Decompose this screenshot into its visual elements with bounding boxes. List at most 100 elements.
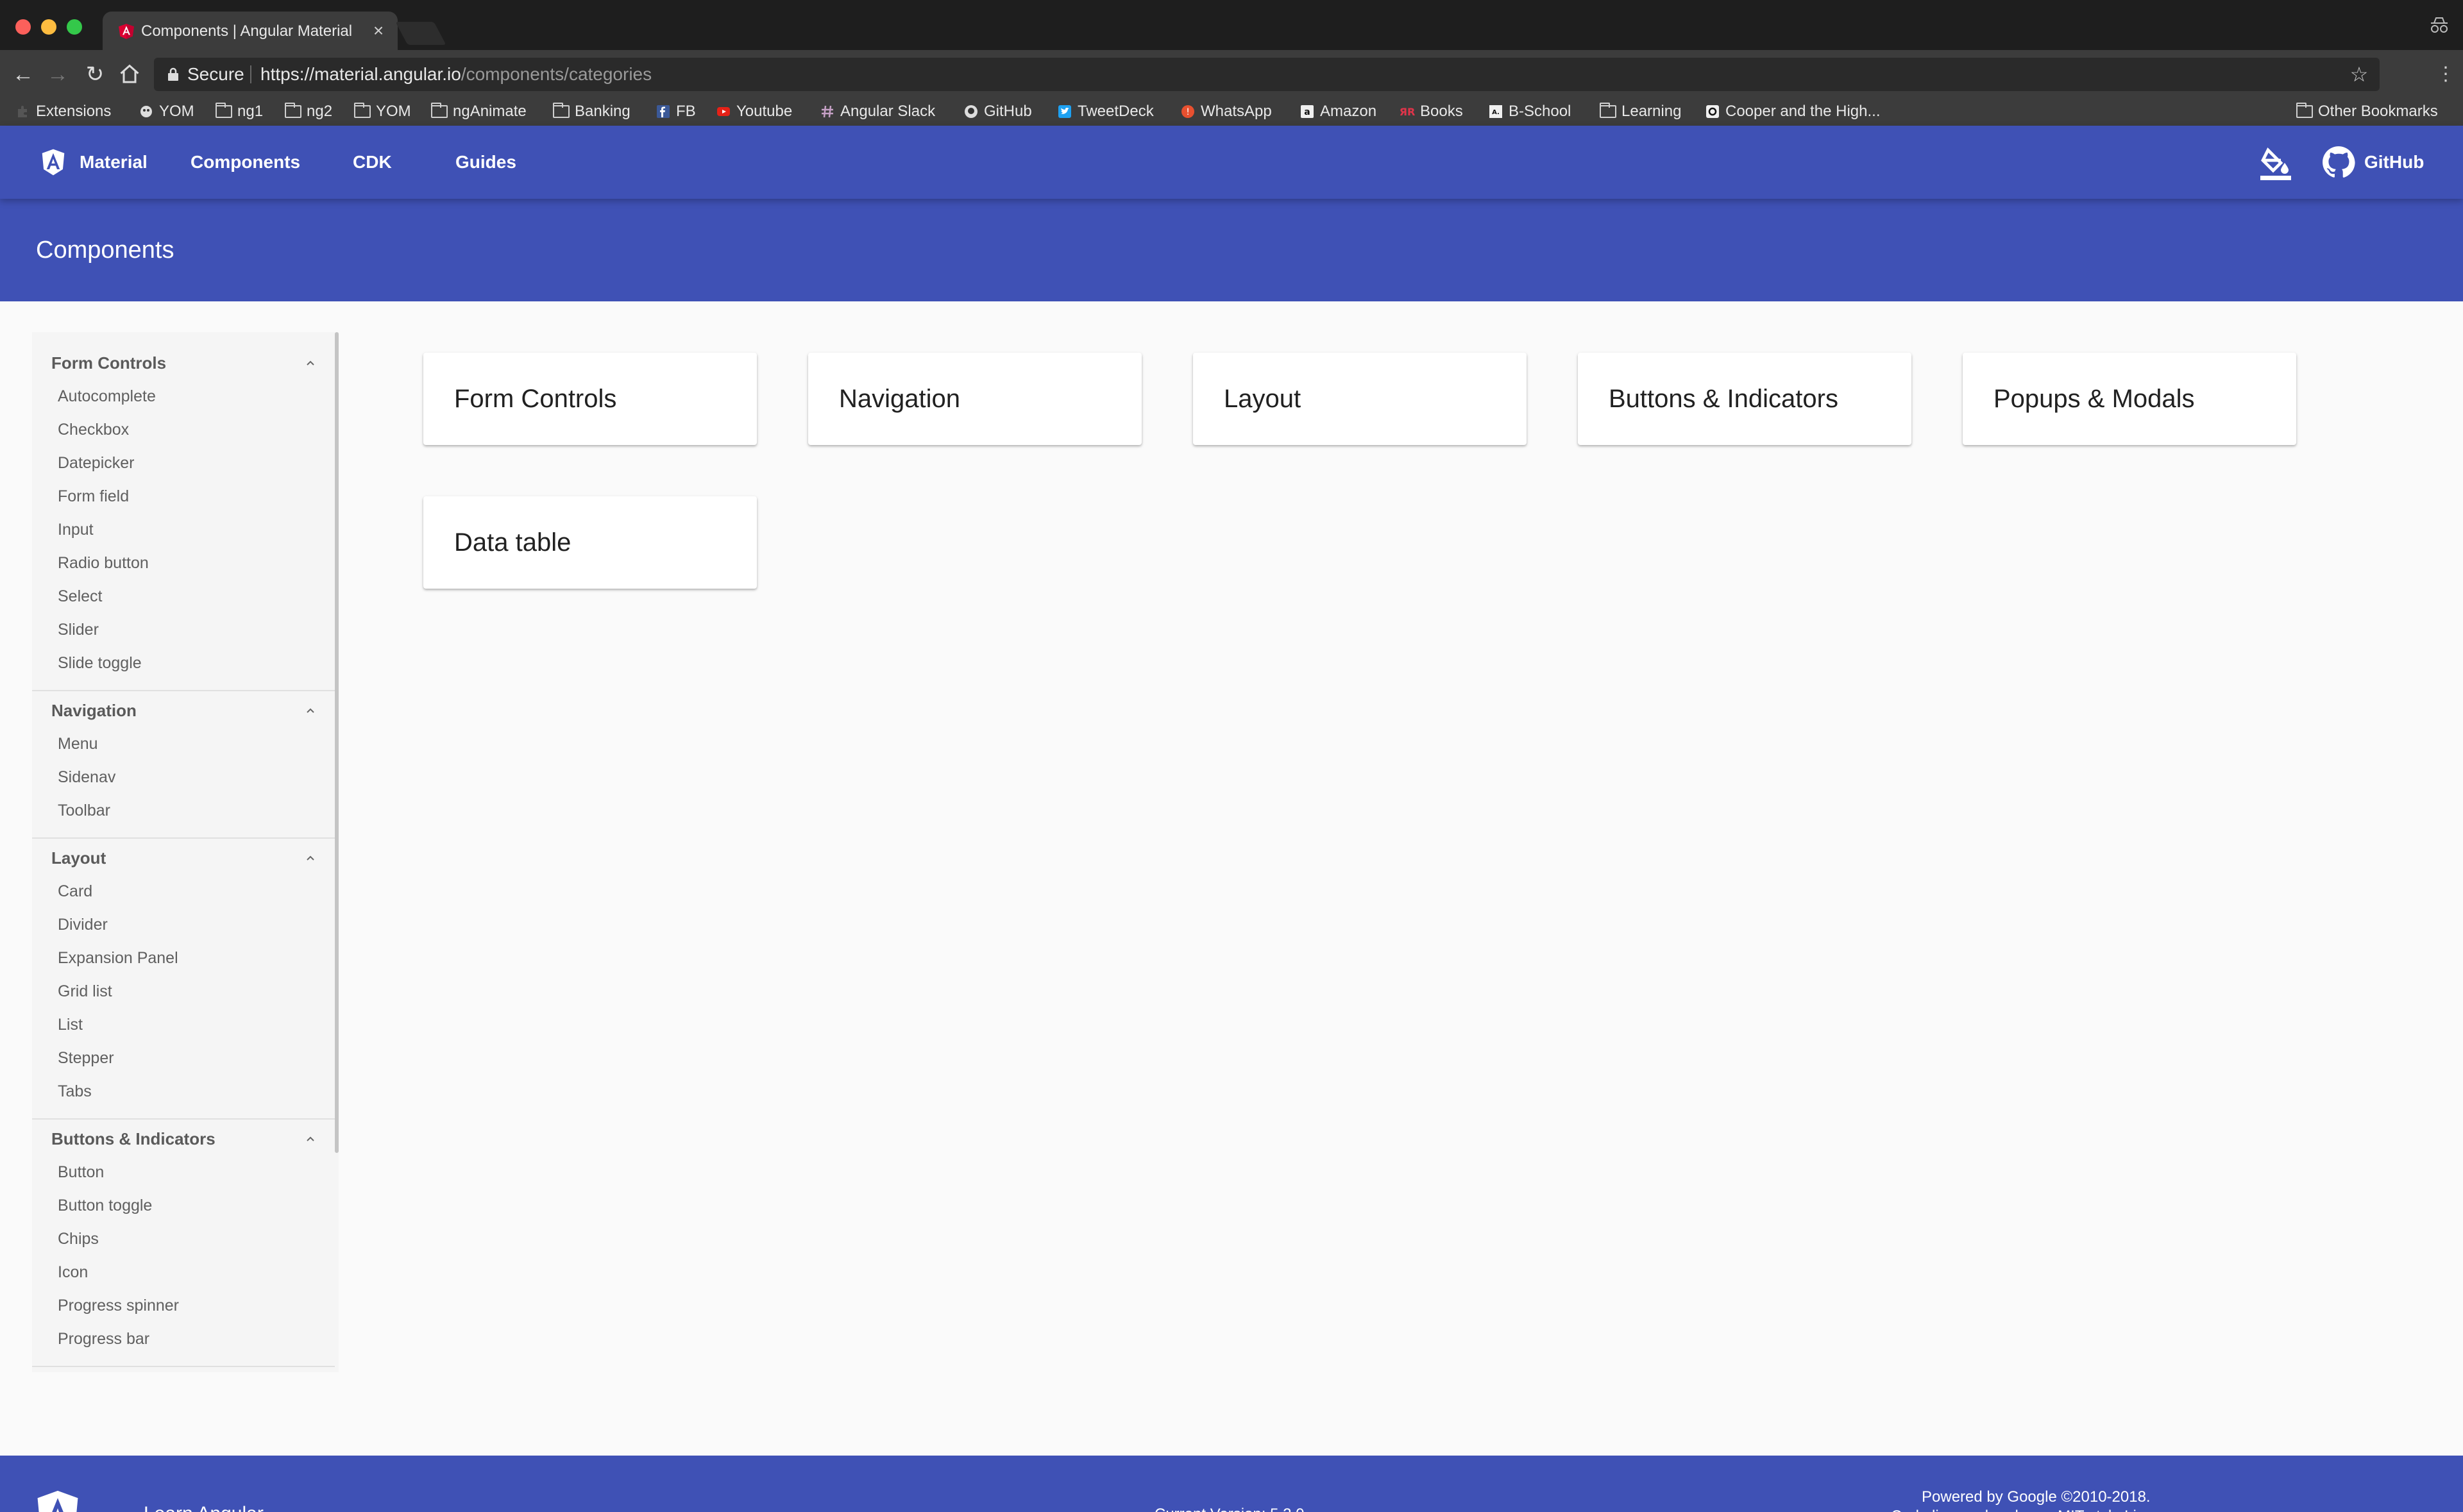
bookmark-label: Extensions — [36, 103, 112, 120]
category-card-title: Layout — [1224, 385, 1301, 413]
bookmark-item[interactable]: Angular Slack — [820, 100, 935, 123]
extensions-icon — [18, 106, 27, 117]
sidenav-divider — [32, 690, 335, 691]
reload-icon[interactable]: ↻ — [82, 62, 108, 87]
nav-guides[interactable]: Guides — [455, 144, 516, 181]
theme-picker-icon[interactable] — [2258, 145, 2294, 181]
material-home-link[interactable]: Material — [41, 144, 148, 181]
sidenav-section-header[interactable]: Form Controls — [32, 345, 335, 380]
category-card[interactable]: Popups & Modals — [1963, 353, 2296, 445]
close-window-button[interactable] — [15, 19, 31, 35]
bookmark-item[interactable]: A. B-School — [1488, 100, 1571, 123]
home-icon[interactable] — [118, 63, 141, 86]
nav-cdk[interactable]: CDK — [353, 144, 392, 181]
sidenav-item[interactable]: Stepper — [32, 1041, 335, 1075]
category-card[interactable]: Layout — [1193, 353, 1527, 445]
tab-close-icon[interactable]: × — [368, 21, 389, 41]
sidenav-section-header[interactable]: Navigation — [32, 693, 335, 727]
bookmark-label: ngAnimate — [453, 103, 527, 120]
sidenav-item[interactable]: Progress spinner — [32, 1289, 335, 1322]
nav-components[interactable]: Components — [190, 144, 300, 181]
sidenav-item[interactable]: Slider — [32, 613, 335, 646]
svg-text:!: ! — [1186, 107, 1190, 117]
bookmark-item[interactable]: ng2 — [285, 100, 332, 123]
folder-icon — [285, 103, 301, 118]
sidenav-item[interactable]: Divider — [32, 908, 335, 941]
bookmark-item[interactable]: Banking — [553, 100, 631, 123]
sidenav-section-header[interactable]: Buttons & Indicators — [32, 1121, 335, 1155]
bookmark-label: Amazon — [1320, 103, 1377, 120]
app-footer: Learn Angular Current Version: 5.2.0 Pow… — [0, 1456, 2463, 1512]
bookmark-item[interactable]: ng1 — [216, 100, 263, 123]
bookmark-item[interactable]: a Amazon — [1299, 100, 1376, 123]
forward-arrow-icon[interactable]: → — [45, 62, 71, 87]
sidenav-item[interactable]: Button — [32, 1155, 335, 1189]
sidenav-item[interactable]: Toolbar — [32, 794, 335, 827]
sidenav-item[interactable]: Checkbox — [32, 413, 335, 446]
sidenav-item[interactable]: Expansion Panel — [32, 941, 335, 975]
bookmark-item[interactable]: ngAnimate — [431, 100, 527, 123]
browser-menu-icon[interactable]: ⋮ — [2436, 62, 2455, 87]
bookmark-label: Banking — [575, 103, 631, 120]
bookmark-star-icon[interactable]: ☆ — [2348, 63, 2371, 86]
youtube-icon — [717, 107, 730, 116]
github-link[interactable]: GitHub — [2322, 144, 2424, 181]
sidenav-scrollbar[interactable] — [335, 332, 339, 1153]
minimize-window-button[interactable] — [41, 19, 56, 35]
sidenav-section-header[interactable]: Layout — [32, 840, 335, 875]
bookmark-item[interactable]: ЯR Books — [1400, 100, 1463, 123]
other-bookmarks[interactable]: Other Bookmarks — [2296, 100, 2438, 123]
bookmark-item[interactable]: TweetDeck — [1057, 100, 1154, 123]
sidenav-item[interactable]: Card — [32, 875, 335, 908]
back-arrow-icon[interactable]: ← — [10, 62, 36, 87]
learn-angular-link[interactable]: Learn Angular — [144, 1503, 264, 1512]
url-separator — [250, 65, 251, 83]
category-card[interactable]: Buttons & Indicators — [1578, 353, 1911, 445]
sidenav-item[interactable]: Grid list — [32, 975, 335, 1008]
category-card[interactable]: Data table — [423, 496, 757, 589]
address-bar[interactable]: Secure https://material.angular.io/compo… — [154, 58, 2380, 91]
sidenav-item[interactable]: Sidenav — [32, 760, 335, 794]
bookmark-item[interactable]: GitHub — [963, 100, 1032, 123]
tab-title: Components | Angular Material — [141, 22, 353, 40]
page-title: Components — [36, 237, 174, 264]
bookmark-item[interactable]: Extensions — [15, 100, 111, 123]
sidenav-item[interactable]: Progress bar — [32, 1322, 335, 1356]
bookmark-item[interactable]: YOM — [354, 100, 411, 123]
bookmark-item[interactable]: YOM — [139, 100, 194, 123]
bookmark-item[interactable]: ! WhatsApp — [1180, 100, 1272, 123]
category-card[interactable]: Form Controls — [423, 353, 757, 445]
maximize-window-button[interactable] — [67, 19, 82, 35]
sidenav-item[interactable]: Slide toggle — [32, 646, 335, 680]
bookmark-item[interactable]: FB — [656, 100, 696, 123]
bookmark-item[interactable]: Learning — [1600, 100, 1681, 123]
sidenav-item[interactable]: Radio button — [32, 546, 335, 580]
sidenav-item[interactable]: Datepicker — [32, 446, 335, 480]
sidenav-item[interactable]: Autocomplete — [32, 380, 335, 413]
chevron-up-icon — [307, 1136, 314, 1141]
sidenav-item[interactable]: Select — [32, 580, 335, 613]
sidenav-item[interactable]: Input — [32, 513, 335, 546]
category-card-title: Buttons & Indicators — [1609, 385, 1838, 413]
bookmark-label: YOM — [376, 103, 411, 120]
sidenav-item[interactable]: Chips — [32, 1222, 335, 1256]
url-host: https://material.angular.io — [260, 64, 461, 84]
browser-tab-active[interactable]: Components | Angular Material × — [103, 12, 398, 50]
category-card[interactable]: Navigation — [808, 353, 1142, 445]
sidenav-item[interactable]: Icon — [32, 1256, 335, 1289]
bookmark-label: Books — [1420, 103, 1463, 120]
bookmark-item[interactable]: Youtube — [716, 100, 792, 123]
sidenav-divider — [32, 1366, 335, 1367]
sidenav-item[interactable]: Tabs — [32, 1075, 335, 1108]
sidenav-item[interactable]: Form field — [32, 480, 335, 513]
new-tab-button[interactable] — [395, 22, 446, 45]
tab-strip: Components | Angular Material × — [0, 0, 2463, 50]
bookmark-label: ng2 — [307, 103, 333, 120]
category-card-title: Data table — [454, 528, 571, 557]
bookmark-item[interactable]: Cooper and the High... — [1705, 100, 1881, 123]
sidenav-item[interactable]: List — [32, 1008, 335, 1041]
sidenav-item[interactable]: Menu — [32, 727, 335, 760]
sidenav-item[interactable]: Button toggle — [32, 1189, 335, 1222]
url-text[interactable]: https://material.angular.io/components/c… — [260, 64, 652, 85]
sidenav-section: Layout Card Divider Expansion Panel Grid… — [32, 840, 335, 1120]
